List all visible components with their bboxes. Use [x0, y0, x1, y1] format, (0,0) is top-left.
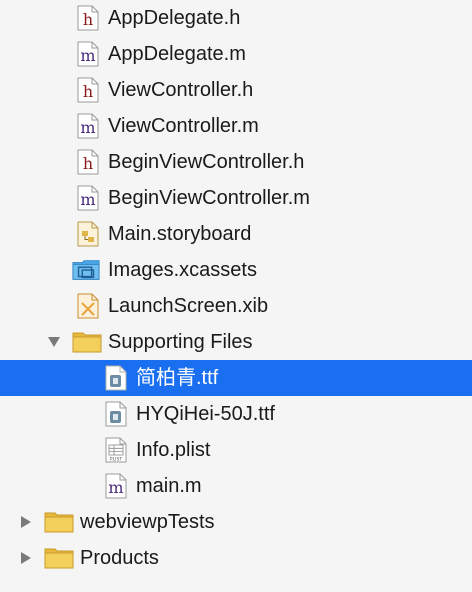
- disclosure-collapsed-icon[interactable]: [18, 550, 34, 566]
- group-name: webviewpTests: [80, 511, 215, 533]
- svg-text:m: m: [80, 46, 95, 65]
- file-name: main.m: [136, 475, 202, 497]
- group-row-supporting-files[interactable]: Supporting Files: [0, 324, 472, 360]
- storyboard-icon: [74, 220, 102, 248]
- disclosure-collapsed-icon[interactable]: [18, 514, 34, 530]
- font-file-icon: [102, 364, 130, 392]
- file-row-viewcontroller-h[interactable]: h ViewController.h: [0, 72, 472, 108]
- file-name: AppDelegate.m: [108, 43, 246, 65]
- group-name: Products: [80, 547, 159, 569]
- objc-source-file-icon: m: [102, 472, 130, 500]
- disclosure-expanded-icon[interactable]: [46, 334, 62, 350]
- file-row-beginviewcontroller-m[interactable]: m BeginViewController.m: [0, 180, 472, 216]
- svg-text:h: h: [83, 154, 93, 173]
- file-row-main-storyboard[interactable]: Main.storyboard: [0, 216, 472, 252]
- file-name: LaunchScreen.xib: [108, 295, 269, 317]
- file-name: Info.plist: [136, 439, 211, 461]
- objc-source-file-icon: m: [74, 40, 102, 68]
- group-row-webviewptests[interactable]: webviewpTests: [0, 504, 472, 540]
- svg-text:h: h: [83, 82, 93, 101]
- file-name: Main.storyboard: [108, 223, 252, 245]
- font-file-icon: [102, 400, 130, 428]
- file-name: AppDelegate.h: [108, 7, 241, 29]
- file-row-hyqihei-ttf[interactable]: HYQiHei-50J.ttf: [0, 396, 472, 432]
- file-row-appdelegate-h[interactable]: h AppDelegate.h: [0, 0, 472, 36]
- folder-icon: [44, 544, 74, 572]
- svg-text:PLIST: PLIST: [110, 457, 122, 463]
- header-file-icon: h: [74, 4, 102, 32]
- file-name: ViewController.m: [108, 115, 259, 137]
- header-file-icon: h: [74, 148, 102, 176]
- header-file-icon: h: [74, 76, 102, 104]
- file-name: Images.xcassets: [108, 259, 257, 281]
- file-name: BeginViewController.m: [108, 187, 310, 209]
- file-row-beginviewcontroller-h[interactable]: h BeginViewController.h: [0, 144, 472, 180]
- file-name: BeginViewController.h: [108, 151, 305, 173]
- objc-source-file-icon: m: [74, 112, 102, 140]
- file-row-images-xcassets[interactable]: Images.xcassets: [0, 252, 472, 288]
- file-row-launchscreen-xib[interactable]: LaunchScreen.xib: [0, 288, 472, 324]
- file-name: HYQiHei-50J.ttf: [136, 403, 275, 425]
- xib-file-icon: [74, 292, 102, 320]
- file-row-jianbaiqing-ttf[interactable]: 简柏青.ttf: [0, 360, 472, 396]
- folder-icon: [72, 328, 102, 356]
- folder-icon: [44, 508, 74, 536]
- svg-text:m: m: [108, 478, 123, 497]
- file-row-info-plist[interactable]: PLIST Info.plist: [0, 432, 472, 468]
- plist-file-icon: PLIST: [102, 436, 130, 464]
- file-name: ViewController.h: [108, 79, 254, 101]
- project-navigator: h AppDelegate.h m AppDelegate.m h ViewCo…: [0, 0, 472, 592]
- file-name: 简柏青.ttf: [136, 367, 219, 389]
- file-row-viewcontroller-m[interactable]: m ViewController.m: [0, 108, 472, 144]
- asset-catalog-icon: [72, 256, 100, 284]
- svg-text:m: m: [80, 190, 95, 209]
- objc-source-file-icon: m: [74, 184, 102, 212]
- group-row-products[interactable]: Products: [0, 540, 472, 576]
- group-name: Supporting Files: [108, 331, 253, 353]
- svg-text:m: m: [80, 118, 95, 137]
- file-row-appdelegate-m[interactable]: m AppDelegate.m: [0, 36, 472, 72]
- svg-text:h: h: [83, 10, 93, 29]
- file-row-main-m[interactable]: m main.m: [0, 468, 472, 504]
